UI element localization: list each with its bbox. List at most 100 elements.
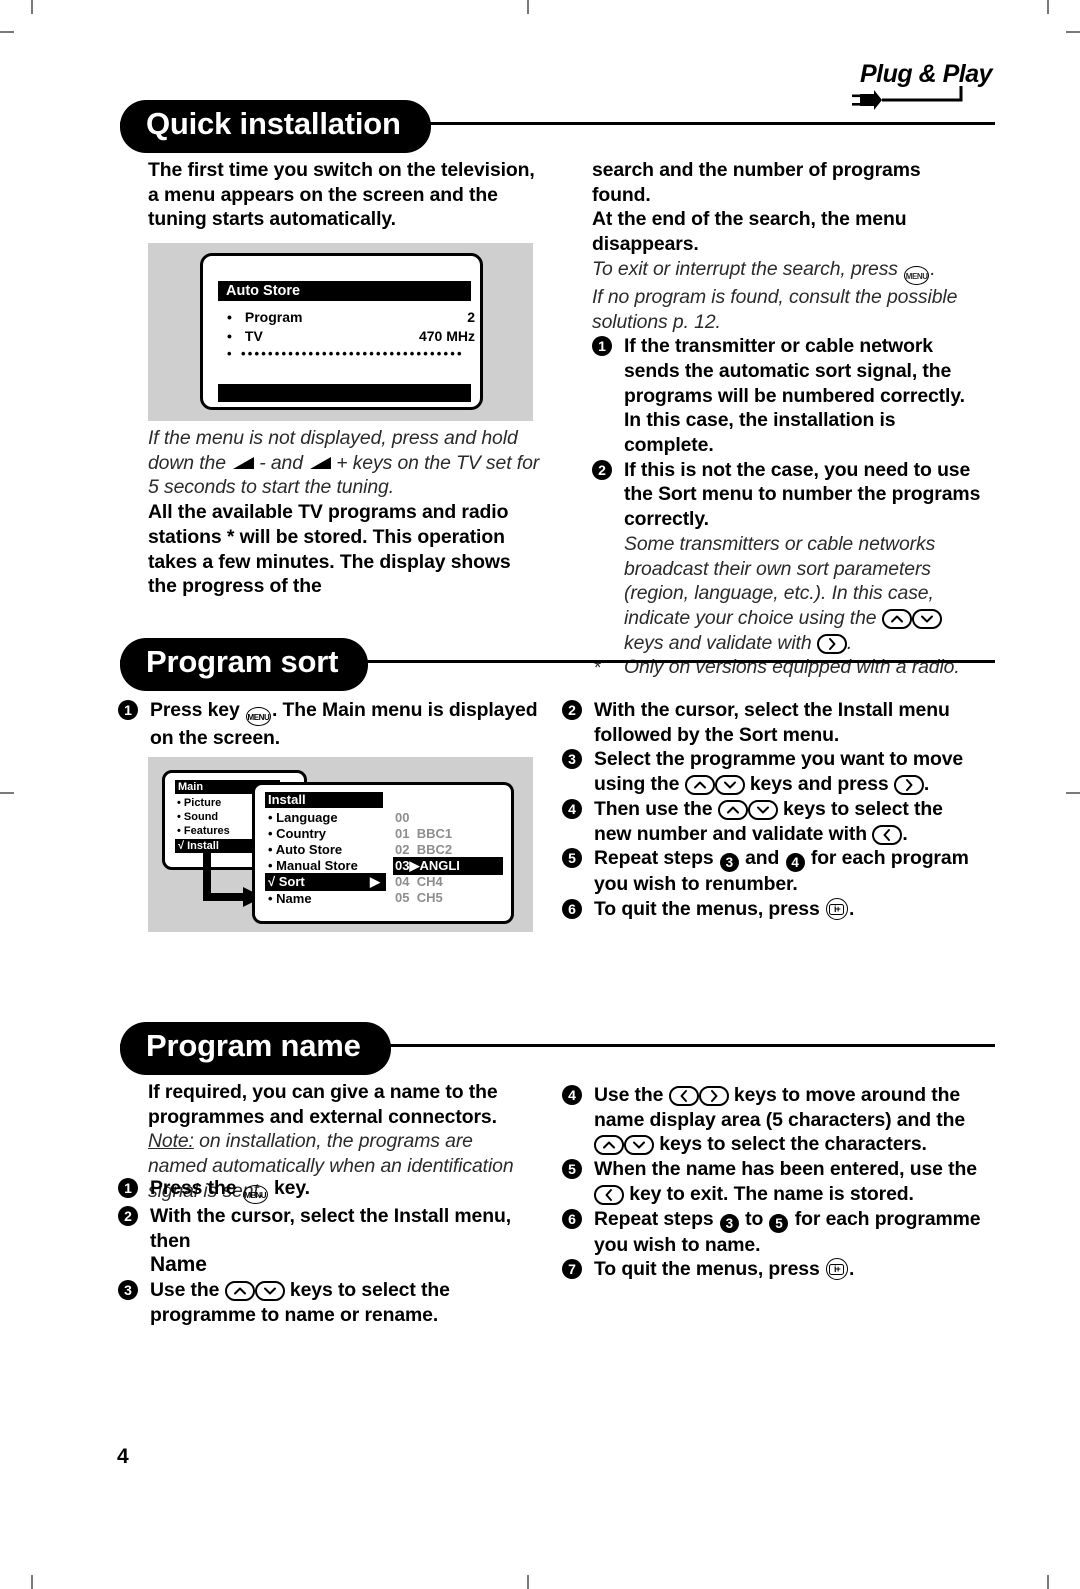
step-item: 1 Press the MENU key.	[118, 1176, 538, 1204]
step-item: 4 Then use the keys to select the new nu…	[562, 797, 982, 846]
install-menu-item-sort[interactable]: √ Sort ▶	[265, 873, 386, 891]
step-number-badge: 6	[562, 1208, 582, 1229]
step-item: 5 When the name has been entered, use th…	[562, 1157, 982, 1206]
step-number-badge: 3	[118, 1280, 138, 1301]
install-menu-item-name[interactable]: • Name	[268, 891, 312, 906]
install-menu-header: Install	[265, 792, 383, 808]
step-item: 3 Select the programme you want to move …	[562, 747, 982, 796]
info-key-icon[interactable]: i+	[825, 897, 848, 920]
step-ref-badge: 5	[769, 1213, 789, 1233]
quick-install-right-column: search and the number of programs found.…	[592, 158, 984, 680]
install-menu-item-language[interactable]: • Language	[268, 810, 338, 825]
up-key-icon[interactable]	[684, 775, 715, 796]
install-keyword: Install	[837, 699, 894, 721]
down-key-icon[interactable]	[747, 799, 778, 820]
menu-key-icon[interactable]: MENU	[904, 265, 930, 285]
osd-row-tv: • TV 470 MHz	[227, 328, 475, 344]
auto-store-figure: Auto Store • Program 2 • TV 470 MHz • •••…	[148, 243, 533, 421]
quick-install-note-a: To exit or interrupt the search, press M…	[592, 257, 984, 285]
step-item: 2 If this is not the case, you need to u…	[592, 458, 984, 532]
up-key-icon[interactable]	[224, 1281, 255, 1302]
step-note: Some transmitters or cable networks broa…	[592, 532, 984, 656]
info-key-icon[interactable]: i+	[825, 1258, 848, 1281]
program-sort-right-column: 2 With the cursor, select the Install me…	[562, 698, 982, 922]
manual-page: Plug & Play Quick installation The first…	[0, 0, 1080, 1589]
step-item: 3 Use the keys to select the programme t…	[118, 1278, 538, 1327]
down-key-icon[interactable]	[911, 608, 942, 629]
step-number-badge: 5	[562, 1159, 582, 1180]
section-title-program-sort: Program sort	[120, 638, 369, 691]
plug-and-play-logo: Plug & Play	[848, 60, 993, 114]
step-item: 1 Press key MENU. The Main menu is displ…	[118, 698, 543, 751]
left-key-icon[interactable]	[594, 1184, 624, 1205]
main-menu-item-picture[interactable]: • Picture	[177, 797, 221, 809]
step-item: 2 With the cursor, select the Install me…	[118, 1204, 538, 1278]
sort-menu-figure: Main • Picture • Sound • Features √ Inst…	[148, 757, 533, 932]
install-menu-item-auto-store[interactable]: • Auto Store	[268, 842, 342, 857]
left-key-icon[interactable]	[668, 1086, 699, 1106]
install-menu-box: Install • Language • Country • Auto Stor…	[252, 782, 514, 924]
section-title-quick-installation: Quick installation	[120, 100, 431, 153]
menu-key-icon[interactable]: MENU	[242, 1185, 268, 1204]
osd-row-program: • Program 2	[227, 309, 475, 325]
install-menu-item-country[interactable]: • Country	[268, 826, 326, 841]
step-item: 1 If the transmitter or cable network se…	[592, 334, 984, 458]
volume-down-icon	[232, 453, 258, 469]
down-key-icon[interactable]	[714, 775, 745, 796]
up-key-icon[interactable]	[717, 799, 748, 820]
main-menu-item-sound[interactable]: • Sound	[177, 811, 218, 823]
menu-key-icon[interactable]: MENU	[245, 707, 271, 726]
channel-row-02[interactable]: 02 BBC2	[395, 842, 452, 857]
tv-screen-frame: Auto Store • Program 2 • TV 470 MHz • •••…	[200, 253, 483, 410]
quick-install-left-notes: If the menu is not displayed, press and …	[148, 426, 543, 599]
right-key-icon[interactable]	[893, 775, 924, 796]
step-number-badge: 4	[562, 1085, 582, 1105]
step-item: 5 Repeat steps 3 and 4 for each program …	[562, 846, 982, 897]
step-number-badge: 3	[562, 749, 582, 770]
quick-install-cont-2: At the end of the search, the menu disap…	[592, 208, 907, 256]
program-name-right-column: 4 Use the keys to move around the name d…	[562, 1083, 982, 1282]
name-keyword: Name	[150, 1253, 207, 1277]
right-key-icon[interactable]	[698, 1086, 729, 1106]
step-number-badge: 7	[562, 1259, 582, 1280]
step-number-badge: 1	[592, 336, 612, 357]
program-sort-left-steps: 1 Press key MENU. The Main menu is displ…	[118, 698, 543, 751]
osd-progress-dots: • •••••••••••••••••••••••••••••••••	[227, 346, 464, 361]
main-menu-item-features[interactable]: • Features	[177, 825, 230, 837]
up-key-icon[interactable]	[594, 1135, 624, 1156]
step-number-badge: 1	[118, 1178, 138, 1198]
sort-keyword: Sort	[658, 483, 697, 506]
step-text: If the transmitter or cable network send…	[624, 335, 965, 457]
channel-row-01[interactable]: 01 BBC1	[395, 826, 452, 841]
note-label: Note:	[148, 1130, 194, 1153]
quick-install-intro: The first time you switch on the televis…	[148, 159, 535, 231]
sort-keyword: Sort	[738, 723, 778, 746]
install-menu-item-manual-store[interactable]: • Manual Store	[268, 858, 358, 873]
channel-row-04[interactable]: 04 CH4	[395, 874, 443, 889]
program-name-left-steps: 1 Press the MENU key. 2 With the cursor,…	[118, 1176, 538, 1328]
step-number-badge: 2	[118, 1206, 138, 1226]
channel-row-05[interactable]: 05 CH5	[395, 890, 443, 905]
program-sort-steps: 2 With the cursor, select the Install me…	[562, 698, 982, 922]
section-title-program-name: Program name	[120, 1022, 391, 1075]
step-number-badge: 4	[562, 798, 582, 819]
step-item: 7 To quit the menus, press i+.	[562, 1257, 982, 1282]
program-name-left-steps-wrap: 1 Press the MENU key. 2 With the cursor,…	[118, 1176, 538, 1328]
quick-install-left-column: The first time you switch on the televis…	[148, 158, 538, 232]
quick-install-note-b: If no program is found, consult the poss…	[592, 285, 958, 333]
channel-row-03-selected[interactable]: 03▶ANGLI	[393, 857, 503, 875]
channel-row-00[interactable]: 00	[395, 810, 417, 825]
right-key-icon[interactable]	[816, 633, 847, 654]
plug-and-play-label: Plug & Play	[860, 60, 993, 88]
step-item: 2 With the cursor, select the Install me…	[562, 698, 982, 747]
osd-bottom-bar	[218, 384, 471, 402]
step-ref-badge: 3	[719, 1213, 739, 1233]
quick-install-note: If the menu is not displayed, press and …	[148, 427, 540, 499]
step-item: 4 Use the keys to move around the name d…	[562, 1083, 982, 1157]
osd-title-auto-store: Auto Store	[218, 281, 471, 301]
up-key-icon[interactable]	[881, 608, 912, 629]
left-key-icon[interactable]	[872, 824, 903, 845]
down-key-icon[interactable]	[624, 1135, 654, 1156]
quick-install-steps: 1 If the transmitter or cable network se…	[592, 334, 984, 680]
down-key-icon[interactable]	[254, 1281, 285, 1302]
